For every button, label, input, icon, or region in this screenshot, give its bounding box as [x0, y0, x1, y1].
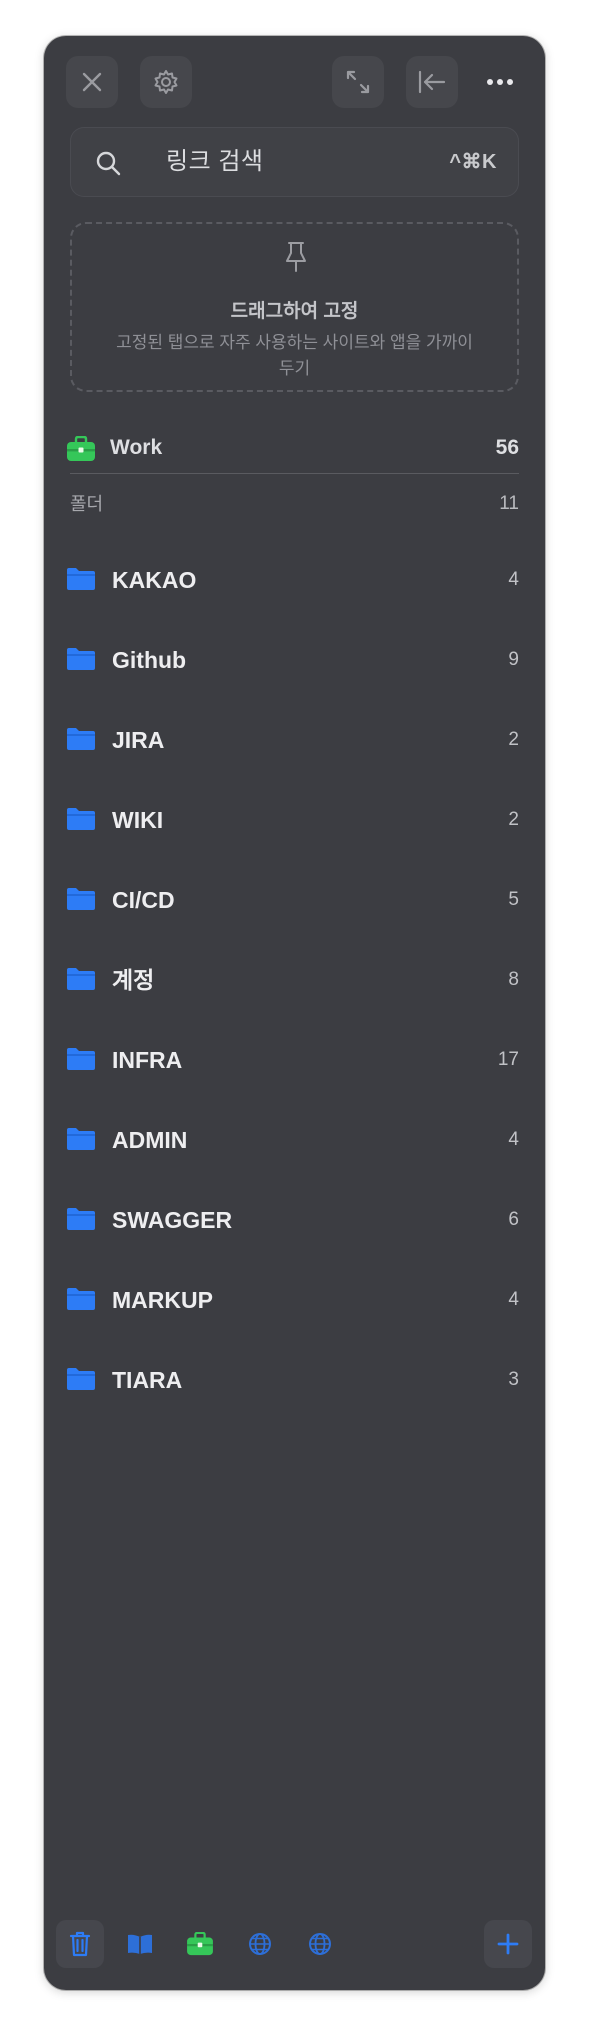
folder-item-3[interactable]: WIKI 2 [66, 780, 519, 860]
collapse-sidebar-button[interactable] [406, 56, 458, 108]
globe-icon [309, 1933, 331, 1955]
folder-item-4[interactable]: CI/CD 5 [66, 860, 519, 940]
folder-count: 17 [497, 1049, 519, 1070]
expand-icon [346, 70, 370, 94]
folder-name: TIARA [112, 1367, 183, 1393]
folder-item-5[interactable]: 계정 8 [66, 940, 519, 1020]
folder-item-7[interactable]: ADMIN 4 [66, 1100, 519, 1180]
folder-name: JIRA [112, 727, 165, 753]
folder-count: 4 [508, 1289, 519, 1310]
folder-count: 4 [508, 1129, 519, 1150]
plus-icon [497, 1933, 519, 1955]
trash-icon [69, 1931, 91, 1957]
folder-item-6[interactable]: INFRA 17 [66, 1020, 519, 1100]
pin-zone-title: 드래그하여 고정 [230, 301, 359, 322]
folder-icon [67, 1208, 95, 1230]
briefcase-icon [67, 436, 95, 461]
collapse-left-icon [418, 70, 446, 94]
folder-name: WIKI [112, 807, 164, 833]
folder-icon [67, 1128, 95, 1150]
folder-name: Github [112, 647, 187, 673]
divider [70, 473, 519, 474]
folder-name: INFRA [112, 1047, 183, 1073]
more-button[interactable] [474, 56, 526, 108]
folder-icon [67, 728, 95, 750]
folder-count: 8 [508, 969, 519, 990]
pin-icon [286, 242, 306, 272]
folder-icon [67, 888, 95, 910]
folder-name: 계정 [112, 967, 155, 993]
folder-icon [67, 648, 95, 670]
folder-count: 9 [508, 649, 519, 670]
folder-item-2[interactable]: JIRA 2 [66, 700, 519, 780]
folder-item-8[interactable]: SWAGGER 6 [66, 1180, 519, 1260]
folder-count: 2 [508, 729, 519, 750]
folder-item-10[interactable]: TIARA 3 [66, 1340, 519, 1420]
briefcase-icon [187, 1932, 213, 1956]
search-icon [96, 151, 121, 176]
folder-count: 5 [508, 889, 519, 910]
add-button[interactable] [484, 1920, 532, 1968]
pin-zone-description: 고정된 탭으로 자주 사용하는 사이트와 앱을 가까이 두기 [116, 333, 473, 378]
folders-section-count: 11 [499, 493, 519, 514]
folder-icon [67, 1288, 95, 1310]
folder-name: SWAGGER [112, 1207, 233, 1233]
folder-icon [67, 968, 95, 990]
folder-name: ADMIN [112, 1127, 188, 1153]
folder-name: KAKAO [112, 567, 197, 593]
folder-name: CI/CD [112, 887, 175, 913]
folder-count: 2 [508, 809, 519, 830]
folder-icon [67, 568, 95, 590]
space-switch-globe-1[interactable] [236, 1920, 284, 1968]
folder-list: KAKAO 4 Github 9 JIRA 2 WIKI 2 CI/CD 5 계… [66, 540, 519, 1420]
search-input[interactable]: 링크 검색 ^⌘K [70, 127, 519, 197]
space-count: 56 [495, 436, 519, 459]
reading-list-button[interactable] [116, 1920, 164, 1968]
trash-button[interactable] [56, 1920, 104, 1968]
close-icon [82, 72, 102, 92]
search-shortcut: ^⌘K [449, 151, 497, 173]
toolbar [44, 36, 545, 136]
space-switch-globe-2[interactable] [296, 1920, 344, 1968]
pinned-tabs-dropzone[interactable]: 드래그하여 고정 고정된 탭으로 자주 사용하는 사이트와 앱을 가까이 두기 [70, 222, 519, 392]
folder-count: 6 [508, 1209, 519, 1230]
space-name: Work [110, 436, 163, 459]
sidebar-panel: 링크 검색 ^⌘K 드래그하여 고정 고정된 탭으로 자주 사용하는 사이트와 … [44, 36, 545, 1990]
folder-icon [67, 1048, 95, 1070]
folders-section-header[interactable]: 폴더 11 [70, 482, 519, 526]
folder-item-0[interactable]: KAKAO 4 [66, 540, 519, 620]
more-dots-icon [487, 79, 513, 85]
folder-item-1[interactable]: Github 9 [66, 620, 519, 700]
book-icon [128, 1934, 152, 1954]
globe-icon [249, 1933, 271, 1955]
folder-icon [67, 808, 95, 830]
space-switch-work[interactable] [176, 1920, 224, 1968]
folder-item-9[interactable]: MARKUP 4 [66, 1260, 519, 1340]
close-button[interactable] [66, 56, 118, 108]
folder-count: 4 [508, 569, 519, 590]
folders-section-label: 폴더 [70, 494, 104, 514]
search-placeholder: 링크 검색 [166, 148, 264, 175]
gear-icon [154, 70, 178, 94]
settings-button[interactable] [140, 56, 192, 108]
folder-icon [67, 1368, 95, 1390]
expand-button[interactable] [332, 56, 384, 108]
space-work[interactable]: Work 56 [66, 426, 519, 470]
folder-count: 3 [508, 1369, 519, 1390]
bottom-bar [44, 1906, 545, 1990]
folder-name: MARKUP [112, 1287, 213, 1313]
